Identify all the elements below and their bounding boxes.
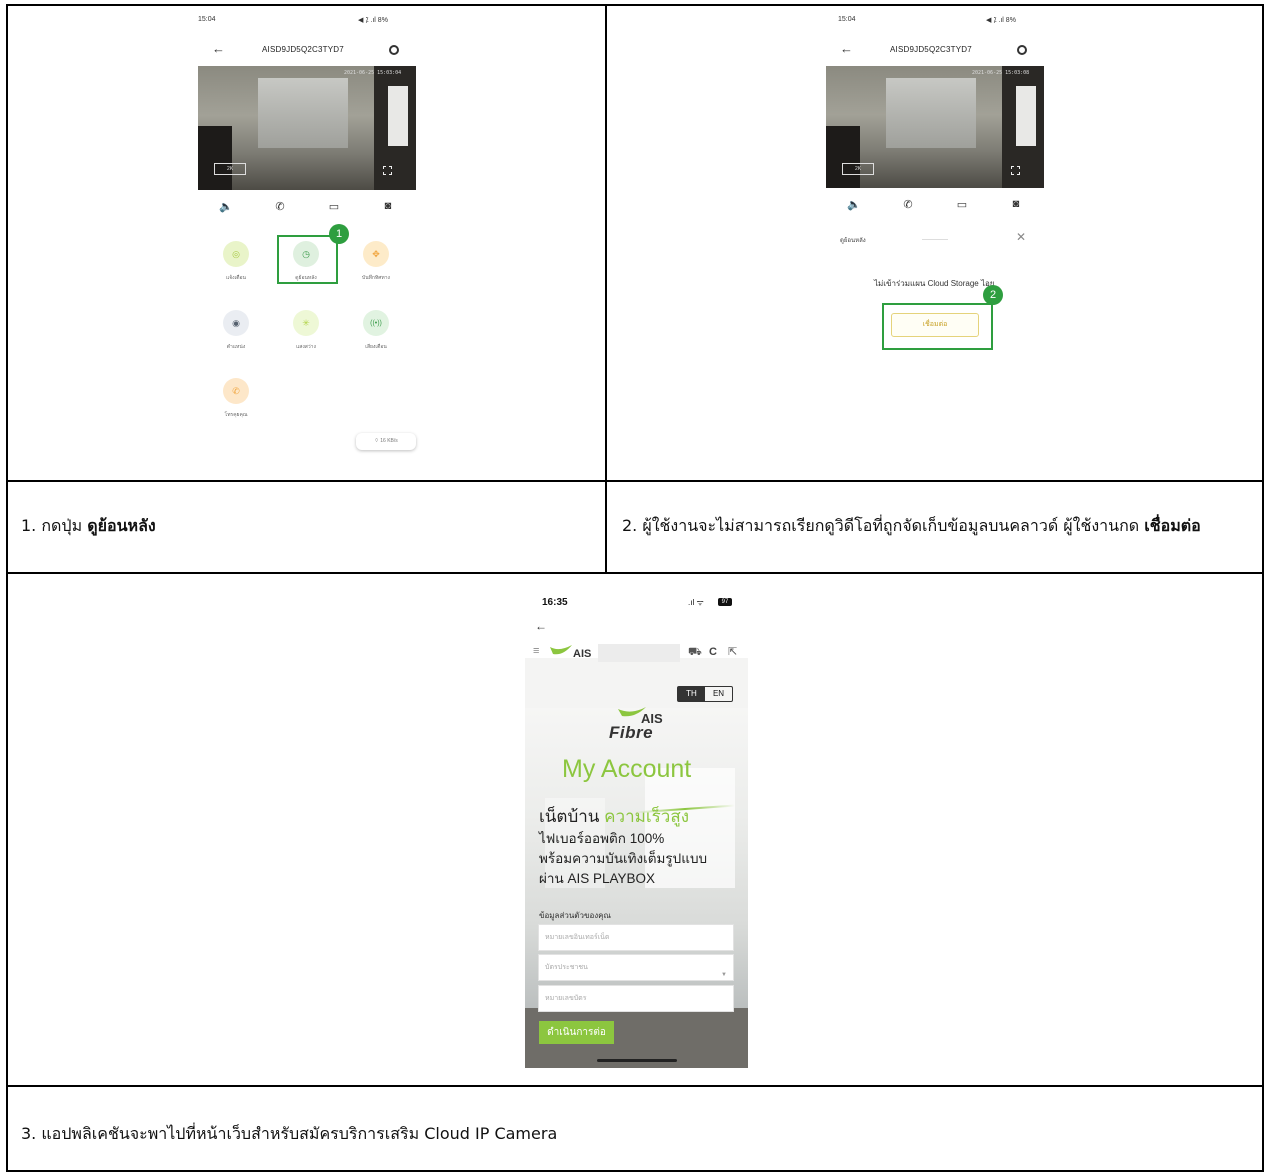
headline: เน็ตบ้าน ความเร็วสูง — [539, 803, 689, 830]
step-badge-2: 2 — [983, 285, 1003, 305]
highlight-connect — [882, 303, 993, 350]
status-time: 15:04 — [838, 16, 856, 23]
highlight-playback — [277, 235, 338, 284]
sub-line-1: ไฟเบอร์ออพติก 100% — [539, 831, 665, 846]
brand-fibre: Fibre — [609, 723, 654, 742]
fullscreen-icon[interactable] — [1011, 166, 1020, 175]
menu-icon[interactable]: ≡ — [533, 645, 539, 657]
bell-icon: ◎ — [223, 241, 249, 267]
table-divider-row2 — [6, 572, 1264, 574]
function-label: ตำแหน่ง — [226, 344, 246, 350]
page-title: My Account — [562, 755, 692, 783]
function-label: แสงสว่าง — [296, 344, 316, 350]
function-label: แจ้งเตือน — [226, 275, 246, 281]
function-siren[interactable]: ((•)) เสียงเตือน — [346, 310, 406, 351]
location-icon: ◉ — [223, 310, 249, 336]
live-video[interactable]: 2021-06-25 15:03:04 2K — [198, 66, 416, 190]
quality-toggle[interactable]: 2K — [842, 163, 874, 175]
phone-screenshot-step1: 15:04 ◀ ⁒ .ıl 8% ← AISD9JD5Q2C3TYD7 2021… — [198, 10, 416, 470]
direction-icon: ✥ — [363, 241, 389, 267]
camera-title: AISD9JD5Q2C3TYD7 — [890, 45, 972, 54]
speaker-icon[interactable]: 🔈 — [218, 200, 234, 213]
lang-th[interactable]: TH — [678, 687, 705, 701]
talk-icon[interactable]: ✆ — [272, 200, 288, 213]
share-icon[interactable]: ⇱ — [728, 645, 737, 658]
function-light[interactable]: ✳ แสงสว่าง — [276, 310, 336, 351]
battery-indicator: 97 — [718, 598, 732, 606]
cloud-notice: ไม่เข้าร่วมแผน Cloud Storage ไอย — [874, 279, 995, 288]
settings-gear-icon[interactable] — [389, 45, 399, 55]
form-title: ข้อมูลส่วนตัวของคุณ — [539, 911, 611, 920]
snapshot-icon[interactable]: ◙ — [1008, 198, 1024, 210]
table-divider-row1 — [6, 480, 1264, 482]
function-label: บันทึกทิศทาง — [362, 275, 390, 281]
id-number-input[interactable]: หมายเลขบัตร — [538, 985, 734, 1012]
signal-wifi-icon: .ıl ᯤ — [688, 598, 704, 607]
caption-step1: 1. กดปุ่ม ดูย้อนหลัง — [21, 514, 156, 539]
video-timestamp: 2021-06-25 15:03:08 — [972, 70, 1030, 76]
function-call[interactable]: ✆ โทรคุยคุณ — [206, 378, 266, 419]
talk-icon[interactable]: ✆ — [900, 198, 916, 211]
ais-logo-icon — [550, 645, 572, 655]
id-type-value: บัตรประชาชน — [545, 964, 588, 971]
status-time: 15:04 — [198, 16, 216, 23]
close-icon[interactable]: ✕ — [1016, 230, 1026, 244]
caption-step2-text: 2. ผู้ใช้งานจะไม่สามารถเรียกดูวิดีโอที่ถ… — [622, 516, 1145, 535]
internet-number-input[interactable]: หมายเลขอินเทอร์เน็ต — [538, 924, 734, 951]
function-alerts[interactable]: ◎ แจ้งเตือน — [206, 241, 266, 282]
lang-en[interactable]: EN — [705, 687, 732, 701]
quality-toggle[interactable]: 2K — [214, 163, 246, 175]
headline-black: เน็ตบ้าน — [539, 807, 605, 826]
status-time: 16:35 — [542, 597, 568, 608]
sub-line-2: พร้อมความบันเทิงเต็มรูปแบบ — [539, 851, 708, 866]
cart-icon[interactable]: ⛟ — [688, 646, 702, 660]
function-location[interactable]: ◉ ตำแหน่ง — [206, 310, 266, 351]
refresh-icon[interactable]: C — [709, 646, 717, 658]
settings-gear-icon[interactable] — [1017, 45, 1027, 55]
network-speed: ⌔ 16 KB/s — [356, 433, 416, 450]
table-divider-row3 — [6, 1085, 1264, 1087]
drag-handle[interactable] — [922, 239, 948, 240]
record-icon[interactable]: ▭ — [954, 198, 970, 211]
function-label: เสียงเตือน — [365, 344, 387, 350]
continue-button[interactable]: ดำเนินการต่อ — [539, 1021, 614, 1044]
id-type-select[interactable]: บัตรประชาชน ▼ — [538, 954, 734, 981]
caption-step2-bold: เชื่อมต่อ — [1144, 516, 1201, 535]
caption-step3: 3. แอปพลิเคชันจะพาไปที่หน้าเว็บสำหรับสมั… — [21, 1124, 558, 1143]
speaker-icon[interactable]: 🔈 — [846, 198, 862, 211]
back-arrow-icon[interactable]: ← — [535, 619, 547, 633]
light-icon: ✳ — [293, 310, 319, 336]
ais-logo-text: AIS — [573, 648, 592, 660]
table-divider-vertical — [605, 4, 607, 574]
video-timestamp: 2021-06-25 15:03:04 — [344, 70, 402, 76]
step-badge-1: 1 — [329, 224, 349, 244]
ais-web-screenshot: 16:35 .ıl ᯤ 97 ← ≡ AIS ⛟ C ⇱ TH EN AIS Fi… — [525, 588, 748, 1068]
camera-title: AISD9JD5Q2C3TYD7 — [262, 45, 344, 54]
function-direction[interactable]: ✥ บันทึกทิศทาง — [346, 241, 406, 282]
playback-panel-title: ดูย้อนหลัง — [840, 238, 866, 244]
call-icon: ✆ — [223, 378, 249, 404]
status-icons: ◀ ⁒ .ıl 8% — [986, 17, 1016, 24]
live-video[interactable]: 2021-06-25 15:03:08 2K — [826, 66, 1044, 188]
siren-icon: ((•)) — [363, 310, 389, 336]
status-icons: ◀ ⁒ .ıl 8% — [358, 17, 388, 24]
back-arrow-icon[interactable]: ← — [840, 42, 853, 55]
snapshot-icon[interactable]: ◙ — [380, 200, 396, 212]
sub-line-3: ผ่าน AIS PLAYBOX — [539, 871, 656, 886]
home-indicator — [597, 1059, 677, 1062]
caption-step1-text: 1. กดปุ่ม — [21, 516, 88, 535]
search-bar[interactable] — [598, 644, 680, 662]
fullscreen-icon[interactable] — [383, 166, 392, 175]
record-icon[interactable]: ▭ — [326, 200, 342, 213]
back-arrow-icon[interactable]: ← — [212, 42, 225, 55]
language-switch[interactable]: TH EN — [677, 686, 733, 702]
function-label: โทรคุยคุณ — [224, 412, 248, 418]
caption-step2: 2. ผู้ใช้งานจะไม่สามารถเรียกดูวิดีโอที่ถ… — [622, 514, 1201, 539]
caption-step1-bold: ดูย้อนหลัง — [87, 516, 156, 535]
